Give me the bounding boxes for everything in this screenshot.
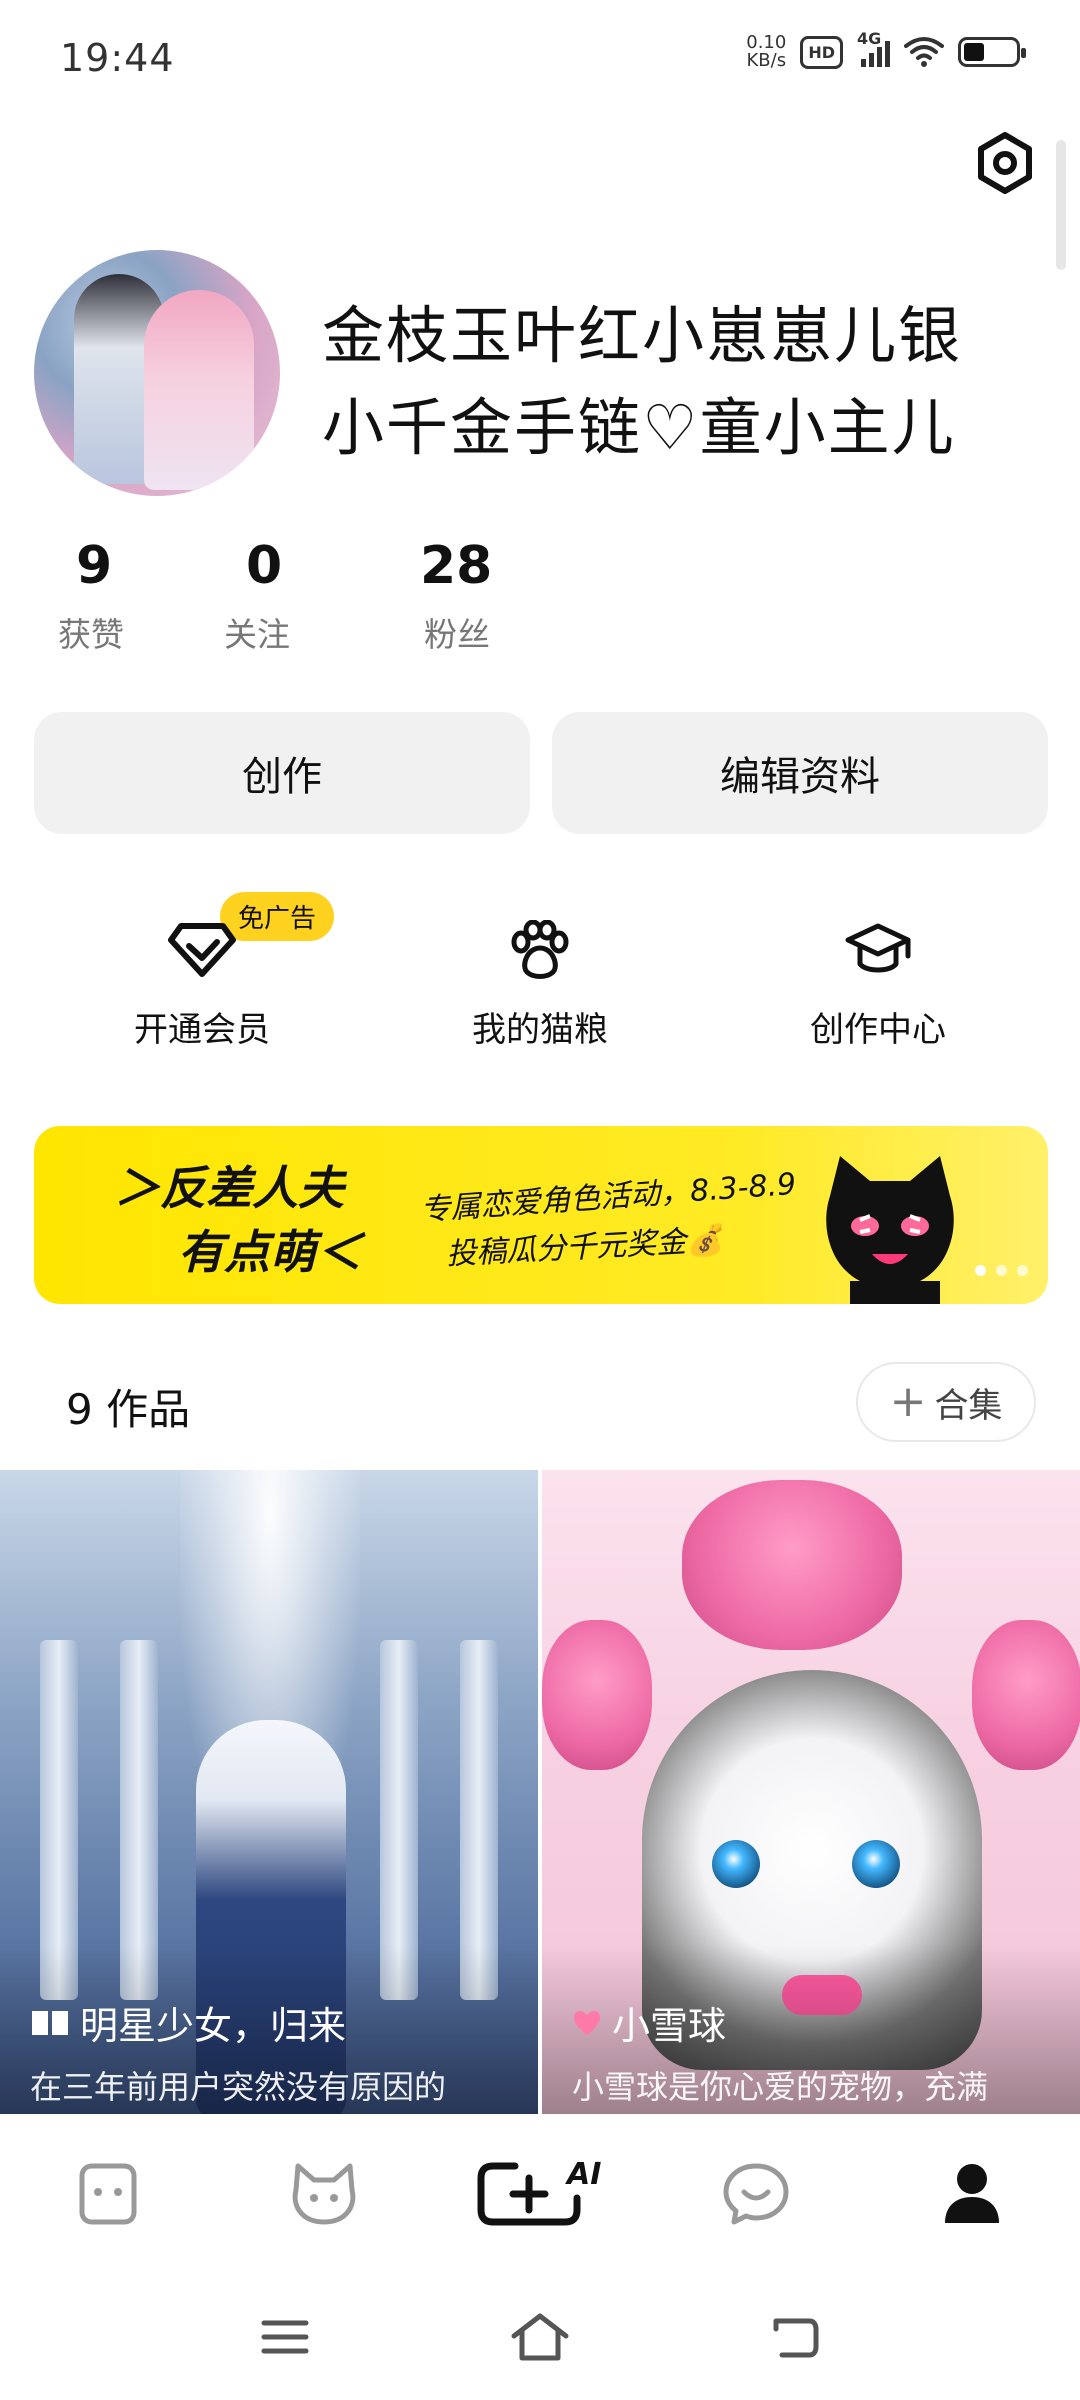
paw-icon — [511, 920, 569, 979]
menu-icon[interactable] — [260, 2317, 310, 2357]
status-bar: 19:44 0.10 KB/s HD 4G — [0, 0, 1080, 120]
vip-membership-label: 开通会员 — [134, 1010, 270, 1050]
status-icons: 0.10 KB/s HD 4G — [746, 29, 1026, 70]
settings-hex-icon — [978, 132, 1032, 194]
promo-banner[interactable]: ＞反差人夫 有点萌＜ 专属恋爱角色活动，8.3-8.9 投稿瓜分千元奖金💰 — [34, 1126, 1048, 1304]
banner-dot-active — [975, 1265, 986, 1276]
stat-followers[interactable]: 28 粉丝 — [408, 536, 592, 656]
cat-food-link[interactable]: 我的猫粮 — [390, 890, 690, 1051]
work-card-description: 在三年前用户突然没有原因的 — [30, 2068, 447, 2106]
banner-dot — [996, 1265, 1007, 1276]
stat-following-label: 关注 — [224, 615, 290, 654]
nav-create-ai[interactable]: AI — [475, 2134, 605, 2254]
stat-likes-label: 获赞 — [58, 615, 124, 654]
message-icon — [723, 2163, 789, 2225]
work-card[interactable]: 小雪球 小雪球是你心爱的宠物，充满 — [542, 1470, 1080, 2114]
nav-cat[interactable] — [259, 2134, 389, 2254]
nav-home[interactable] — [43, 2134, 173, 2254]
stat-followers-value: 28 — [420, 536, 493, 596]
cat-face-icon — [292, 2163, 356, 2225]
status-time: 19:44 — [60, 36, 175, 80]
system-nav-bar — [0, 2274, 1080, 2400]
heart-icon — [574, 2010, 600, 2035]
stat-followers-label: 粉丝 — [424, 615, 490, 654]
creator-center-label: 创作中心 — [810, 1010, 946, 1050]
card-cat-eye — [712, 1840, 760, 1888]
vip-membership-link[interactable]: 开通会员 — [52, 890, 352, 1051]
stat-following[interactable]: 0 关注 — [224, 536, 408, 656]
bottom-nav: AI — [0, 2114, 1080, 2274]
profile-stats: 9 获赞 0 关注 28 粉丝 — [40, 536, 592, 656]
nav-messages[interactable] — [691, 2134, 821, 2254]
card-lantern — [682, 1480, 902, 1650]
stat-likes[interactable]: 9 获赞 — [40, 536, 224, 656]
username: 金枝玉叶红小崽崽儿银小千金手链♡童小主儿 — [322, 299, 963, 464]
network-type-label: 4G — [857, 29, 882, 48]
stat-following-value: 0 — [246, 536, 283, 596]
battery-icon — [958, 37, 1026, 67]
card-lantern — [542, 1620, 652, 1770]
banner-pagination — [975, 1265, 1028, 1276]
wifi-icon — [904, 37, 944, 67]
graduation-cap-icon — [845, 923, 911, 973]
vip-diamond-icon — [168, 923, 236, 977]
back-icon[interactable] — [770, 2315, 820, 2359]
plus-icon: + — [889, 1376, 927, 1427]
ai-label: AI — [565, 2157, 601, 2192]
network-speed-unit: KB/s — [746, 50, 787, 71]
card-cat-eye — [852, 1840, 900, 1888]
work-card-description: 小雪球是你心爱的宠物，充满 — [572, 2068, 989, 2106]
home-icon[interactable] — [510, 2312, 570, 2362]
banner-subtitle-line1: 专属恋爱角色活动，8.3-8.9 — [419, 1166, 798, 1229]
card-lantern — [972, 1620, 1080, 1770]
nav-profile[interactable] — [907, 2134, 1037, 2254]
banner-title-line2: 有点萌＜ — [178, 1225, 362, 1279]
banner-dot — [1017, 1265, 1028, 1276]
avatar-figure-right — [144, 290, 254, 490]
work-card[interactable]: 明星少女，归来 在三年前用户突然没有原因的 — [0, 1470, 538, 2114]
work-card-title-text: 明星少女，归来 — [80, 2004, 347, 2048]
network-speed: 0.10 KB/s — [746, 34, 786, 70]
hd-icon: HD — [800, 35, 843, 69]
works-count: 9 作品 — [66, 1385, 191, 1434]
work-card-title: 明星少女，归来 — [30, 1995, 346, 2050]
scrollbar[interactable] — [1056, 140, 1066, 270]
cellular-signal-icon: 4G — [857, 29, 890, 67]
banner-cat-mascot-icon — [826, 1156, 954, 1304]
cat-food-label: 我的猫粮 — [472, 1010, 608, 1050]
avatar[interactable] — [34, 250, 280, 496]
profile-icon — [945, 2164, 999, 2223]
work-card-title: 小雪球 — [572, 1995, 726, 2050]
battery-level — [964, 43, 984, 61]
collection-label: 合集 — [934, 1385, 1003, 1426]
stat-likes-value: 9 — [76, 536, 113, 596]
add-collection-button[interactable]: + 合集 — [856, 1362, 1036, 1442]
book-icon — [32, 2010, 68, 2035]
create-button[interactable]: 创作 — [34, 712, 530, 834]
banner-title-line1: ＞反差人夫 — [114, 1161, 344, 1215]
create-ai-icon: AI — [477, 2157, 601, 2226]
settings-button[interactable] — [970, 128, 1040, 198]
creator-center-link[interactable]: 创作中心 — [728, 890, 1028, 1051]
chat-face-icon — [79, 2163, 137, 2225]
work-card-title-text: 小雪球 — [612, 2004, 727, 2048]
edit-profile-button[interactable]: 编辑资料 — [552, 712, 1048, 834]
